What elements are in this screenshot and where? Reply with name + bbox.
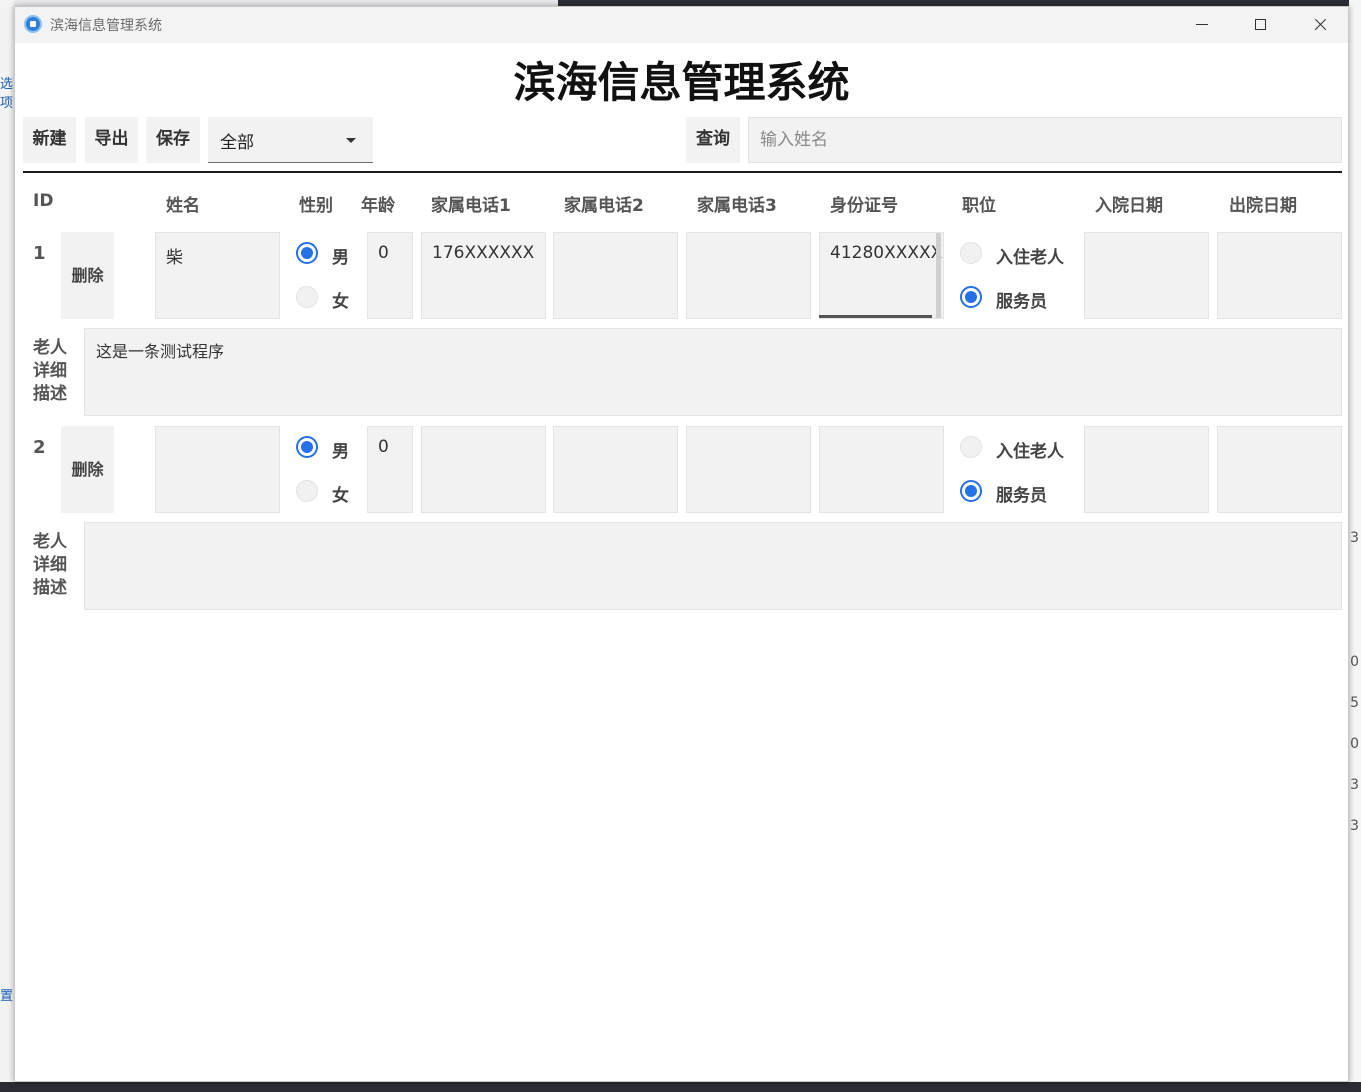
title-bar[interactable]: 滨海信息管理系统 [15, 7, 1348, 43]
column-header-admit-date: 入院日期 [1095, 196, 1163, 216]
admit-date-field[interactable] [1084, 426, 1209, 513]
phone2-field[interactable] [553, 426, 678, 513]
gender-female-radio[interactable] [296, 286, 318, 308]
minimize-button[interactable] [1173, 7, 1231, 43]
background-text: 选项 [0, 77, 14, 111]
position-staff-radio[interactable] [960, 480, 982, 502]
page-title: 滨海信息管理系统 [513, 58, 850, 107]
gender-male-radio[interactable] [296, 242, 318, 264]
position-resident-label: 入住老人 [996, 248, 1064, 268]
phone1-value: 176XXXXXX [432, 243, 535, 263]
phone3-field[interactable] [686, 426, 811, 513]
position-staff-label: 服务员 [996, 292, 1047, 312]
name-field[interactable] [155, 426, 280, 513]
phone1-field[interactable]: 176XXXXXX [421, 232, 546, 319]
field-scroll-edge [936, 233, 941, 318]
phone1-field[interactable] [421, 426, 546, 513]
description-label: 老人 详细 描述 [33, 532, 67, 598]
background-text: 5 [1350, 695, 1359, 711]
background-text: 0 [1350, 736, 1359, 752]
background-text: 3 [1350, 777, 1359, 793]
id-number-field[interactable] [819, 426, 944, 513]
column-header-age: 年龄 [361, 196, 395, 216]
app-icon [24, 15, 42, 33]
gender-female-label: 女 [332, 292, 349, 312]
toolbar-divider [23, 171, 1342, 173]
minimize-icon [1196, 24, 1208, 25]
maximize-button[interactable] [1231, 7, 1289, 43]
column-header-position: 职位 [962, 196, 996, 216]
gender-female-radio[interactable] [296, 480, 318, 502]
background-text: 置 [0, 989, 14, 1004]
description-field[interactable] [84, 522, 1342, 610]
admit-date-field[interactable] [1084, 232, 1209, 319]
description-value: 这是一条测试程序 [96, 342, 225, 361]
column-header-name: 姓名 [166, 196, 200, 216]
age-value: 0 [378, 243, 389, 263]
column-header-id-number: 身份证号 [830, 196, 898, 216]
query-button[interactable]: 查询 [686, 117, 740, 163]
id-number-value: 41280XXXXXX [830, 243, 943, 263]
age-value: 0 [378, 437, 389, 457]
column-header-discharge-date: 出院日期 [1229, 196, 1297, 216]
close-button[interactable] [1291, 7, 1349, 43]
background-window-left: 选项 置 [0, 0, 14, 1092]
export-button[interactable]: 导出 [85, 117, 138, 163]
position-staff-radio[interactable] [960, 286, 982, 308]
position-resident-radio[interactable] [960, 242, 982, 264]
column-header-id: ID [33, 191, 54, 211]
delete-button[interactable]: 删除 [61, 232, 114, 319]
search-input[interactable] [748, 117, 1342, 163]
column-header-phone2: 家属电话2 [564, 196, 644, 216]
phone2-field[interactable] [553, 232, 678, 319]
position-resident-label: 入住老人 [996, 442, 1064, 462]
position-staff-label: 服务员 [996, 486, 1047, 506]
gender-male-label: 男 [332, 442, 349, 462]
description-label: 老人 详细 描述 [33, 338, 67, 404]
category-filter-select[interactable]: 全部 [208, 117, 373, 163]
row-id: 1 [33, 243, 46, 264]
discharge-date-field[interactable] [1217, 232, 1342, 319]
window-title: 滨海信息管理系统 [50, 18, 162, 34]
gender-female-label: 女 [332, 486, 349, 506]
position-resident-radio[interactable] [960, 436, 982, 458]
gender-male-label: 男 [332, 248, 349, 268]
age-field[interactable]: 0 [367, 232, 413, 319]
delete-button[interactable]: 删除 [61, 426, 114, 513]
name-field[interactable]: 柴 [155, 232, 280, 319]
app-window: 滨海信息管理系统 滨海信息管理系统 新建 导出 保存 全部 查询 ID 姓名 性… [14, 6, 1349, 1082]
column-header-phone1: 家属电话1 [431, 196, 511, 216]
description-field[interactable]: 这是一条测试程序 [84, 328, 1342, 416]
id-number-field[interactable]: 41280XXXXXX [819, 232, 944, 319]
discharge-date-field[interactable] [1217, 426, 1342, 513]
maximize-icon [1255, 19, 1266, 30]
background-text: 3 [1350, 530, 1359, 546]
gender-male-radio[interactable] [296, 436, 318, 458]
age-field[interactable]: 0 [367, 426, 413, 513]
save-button[interactable]: 保存 [146, 117, 200, 163]
background-text: 0 [1350, 654, 1359, 670]
phone3-field[interactable] [686, 232, 811, 319]
background-window-right: 3 0 5 0 3 3 [1349, 0, 1361, 1092]
column-header-phone3: 家属电话3 [697, 196, 777, 216]
row-id: 2 [33, 437, 46, 458]
background-text: 3 [1350, 818, 1359, 834]
new-button[interactable]: 新建 [23, 117, 76, 163]
chevron-down-icon [346, 138, 356, 143]
focus-underline [819, 315, 932, 318]
taskbar-strip [0, 1082, 1361, 1092]
filter-value: 全部 [220, 133, 254, 153]
column-header-gender: 性别 [299, 196, 333, 216]
name-value: 柴 [166, 248, 183, 268]
